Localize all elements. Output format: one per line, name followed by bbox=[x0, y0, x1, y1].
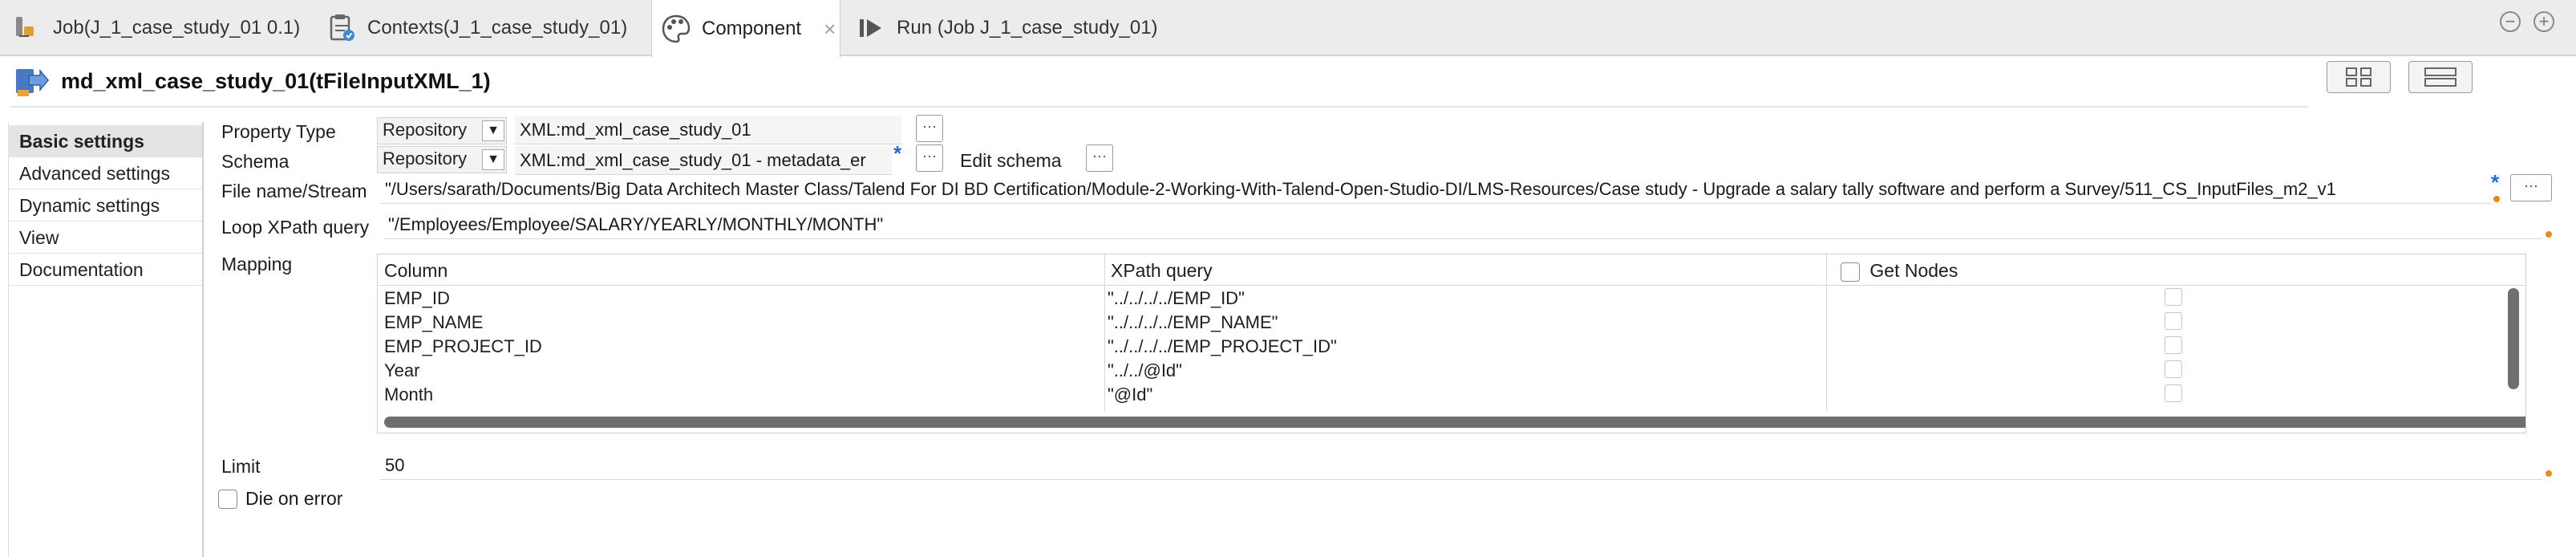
loop-xpath-input[interactable]: "/Employees/Employee/SALARY/YEARLY/MONTH… bbox=[383, 210, 2542, 239]
die-on-error-label: Die on error bbox=[245, 488, 343, 509]
component-arrow-icon bbox=[14, 64, 50, 100]
file-name-modified-star: * bbox=[2491, 170, 2500, 194]
sidenav-basic-settings[interactable]: Basic settings bbox=[8, 125, 202, 157]
property-type-combo[interactable]: Repository ▼ bbox=[377, 117, 507, 144]
row-xpath-cell[interactable]: "@Id" bbox=[1108, 384, 1152, 405]
contexts-icon bbox=[326, 12, 358, 44]
row-column-cell: EMP_PROJECT_ID bbox=[384, 336, 542, 356]
warning-icon bbox=[2493, 196, 2500, 202]
row-xpath-cell[interactable]: "../../@Id" bbox=[1108, 360, 1182, 381]
column-header-column[interactable]: Column bbox=[378, 254, 1104, 285]
tab-contexts-label: Contexts(J_1_case_study_01) bbox=[367, 17, 628, 39]
schema-modified-star: * bbox=[893, 141, 902, 165]
edit-schema-label: Edit schema bbox=[960, 150, 1062, 171]
file-name-browse-button[interactable]: ··· bbox=[2510, 174, 2552, 201]
dropdown-arrow-icon[interactable]: ▼ bbox=[482, 149, 504, 170]
tab-run[interactable]: Run (Job J_1_case_study_01) bbox=[855, 0, 1158, 56]
sidenav-documentation[interactable]: Documentation bbox=[8, 254, 202, 286]
tab-job[interactable]: Job(J_1_case_study_01 0.1) bbox=[11, 0, 300, 56]
schema-value: XML:md_xml_case_study_01 - metadata_er bbox=[515, 146, 892, 175]
sidenav-view[interactable]: View bbox=[8, 222, 202, 254]
die-on-error-checkbox[interactable] bbox=[218, 489, 237, 509]
warning-icon bbox=[2546, 231, 2552, 238]
row-xpath-cell[interactable]: "../../../../EMP_ID" bbox=[1108, 288, 1245, 309]
grid-layout-icon bbox=[2346, 67, 2371, 87]
property-type-combo-value: Repository bbox=[383, 120, 468, 140]
schema-combo-value: Repository bbox=[383, 148, 468, 169]
tab-contexts[interactable]: Contexts(J_1_case_study_01) bbox=[326, 0, 627, 56]
schema-combo[interactable]: Repository ▼ bbox=[377, 146, 507, 173]
dropdown-arrow-icon[interactable]: ▼ bbox=[482, 120, 504, 141]
file-name-label: File name/Stream bbox=[221, 181, 367, 201]
property-type-label: Property Type bbox=[221, 121, 336, 142]
row-xpath-cell[interactable]: "../../../../EMP_PROJECT_ID" bbox=[1108, 336, 1337, 357]
die-on-error-row[interactable]: Die on error bbox=[218, 488, 342, 510]
row-column-cell: EMP_NAME bbox=[384, 312, 484, 332]
row-xpath-cell[interactable]: "../../../../EMP_NAME" bbox=[1108, 312, 1278, 333]
sidenav-dynamic-settings[interactable]: Dynamic settings bbox=[8, 189, 202, 222]
editor-tab-bar: Job(J_1_case_study_01 0.1) Contexts(J_1_… bbox=[0, 0, 2576, 58]
get-nodes-label: Get Nodes bbox=[1869, 260, 1958, 281]
row-get-nodes-checkbox[interactable] bbox=[2165, 336, 2182, 354]
run-icon bbox=[855, 12, 887, 44]
mapping-label: Mapping bbox=[221, 254, 293, 274]
component-palette-icon bbox=[660, 13, 692, 45]
close-icon[interactable]: × bbox=[824, 17, 836, 42]
property-type-browse-button[interactable]: ··· bbox=[916, 115, 943, 142]
loop-xpath-label: Loop XPath query bbox=[221, 217, 370, 238]
column-header-get-nodes[interactable]: Get Nodes bbox=[1831, 254, 2521, 285]
maximize-icon[interactable]: + bbox=[2533, 11, 2554, 32]
property-type-value: XML:md_xml_case_study_01 bbox=[515, 116, 901, 144]
schema-browse-button[interactable]: ··· bbox=[916, 144, 943, 172]
vertical-scrollbar[interactable] bbox=[2508, 288, 2519, 389]
tab-component[interactable]: Component × bbox=[651, 0, 840, 58]
row-column-cell: Month bbox=[384, 384, 434, 405]
sidenav-advanced-settings[interactable]: Advanced settings bbox=[8, 157, 202, 189]
layout-stacked-button[interactable] bbox=[2408, 61, 2473, 93]
tab-run-label: Run (Job J_1_case_study_01) bbox=[897, 17, 1158, 39]
column-header-xpath[interactable]: XPath query bbox=[1104, 254, 1831, 285]
row-get-nodes-checkbox[interactable] bbox=[2165, 288, 2182, 306]
job-icon bbox=[11, 12, 43, 44]
stacked-layout-icon bbox=[2424, 67, 2457, 87]
component-title: md_xml_case_study_01(tFileInputXML_1) bbox=[61, 69, 491, 93]
row-get-nodes-checkbox[interactable] bbox=[2165, 360, 2182, 378]
horizontal-scrollbar[interactable] bbox=[384, 417, 2525, 428]
row-get-nodes-checkbox[interactable] bbox=[2165, 384, 2182, 402]
row-get-nodes-checkbox[interactable] bbox=[2165, 312, 2182, 330]
minimize-icon[interactable]: − bbox=[2500, 11, 2521, 32]
column-divider bbox=[1104, 254, 1105, 412]
row-column-cell: Year bbox=[384, 360, 420, 380]
component-header: md_xml_case_study_01(tFileInputXML_1) bbox=[10, 59, 2308, 108]
layout-grid-button[interactable] bbox=[2327, 61, 2391, 93]
tab-job-label: Job(J_1_case_study_01 0.1) bbox=[53, 17, 301, 39]
edit-schema-button[interactable]: ··· bbox=[1086, 144, 1113, 172]
get-nodes-checkbox[interactable] bbox=[1841, 262, 1860, 282]
schema-label: Schema bbox=[221, 151, 290, 172]
limit-input[interactable]: 50 bbox=[380, 451, 2542, 480]
header-divider bbox=[378, 285, 2525, 286]
warning-icon bbox=[2546, 470, 2552, 477]
tab-component-label: Component bbox=[702, 18, 802, 39]
row-column-cell: EMP_ID bbox=[384, 288, 450, 308]
file-name-input[interactable]: "/Users/sarath/Documents/Big Data Archit… bbox=[380, 175, 2491, 204]
mapping-table: Column XPath query Get Nodes EMP_ID "../… bbox=[377, 254, 2526, 433]
column-divider bbox=[1826, 254, 1827, 412]
settings-sidenav: Basic settings Advanced settings Dynamic… bbox=[8, 122, 204, 557]
limit-label: Limit bbox=[221, 456, 261, 477]
